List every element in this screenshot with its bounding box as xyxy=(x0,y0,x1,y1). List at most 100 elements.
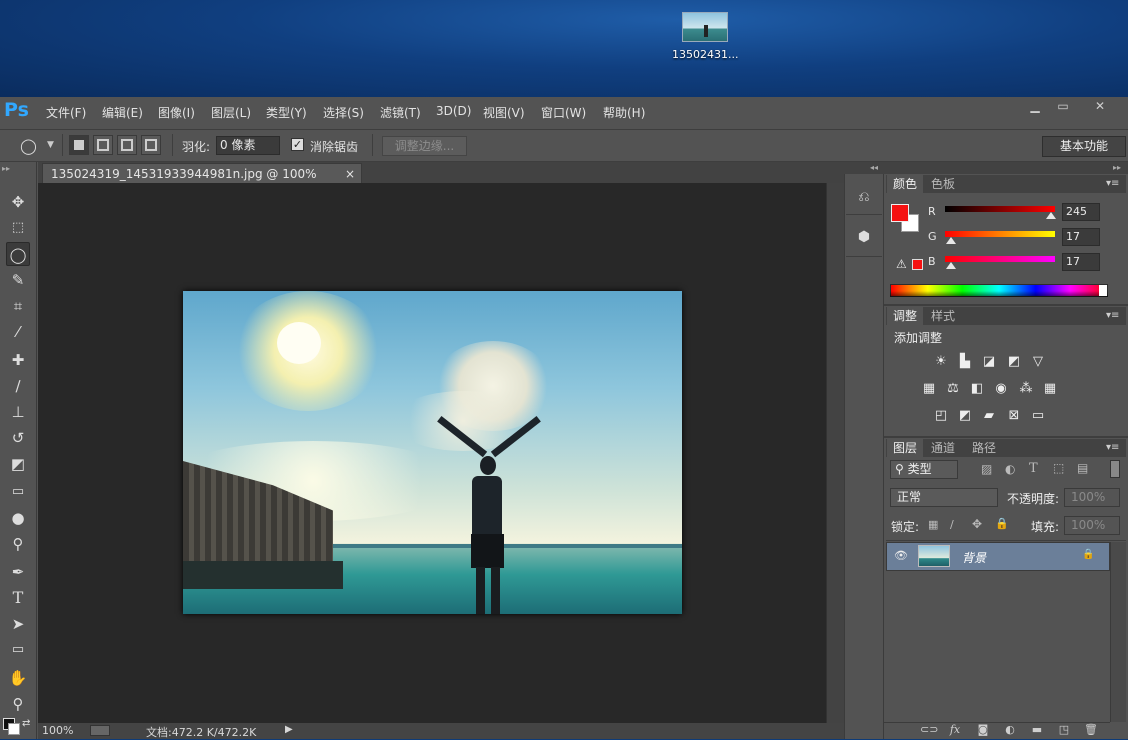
zoom-tool-icon[interactable]: ⚲ xyxy=(6,692,30,716)
white-swatch[interactable] xyxy=(1099,285,1107,296)
quick-select-tool-icon[interactable]: ✎ xyxy=(6,268,30,292)
menu-help[interactable]: 帮助(H) xyxy=(603,104,645,121)
layers-scrollbar[interactable] xyxy=(1110,542,1126,722)
vertical-scrollbar[interactable] xyxy=(826,183,844,723)
brightness-contrast-icon[interactable]: ☀ xyxy=(932,353,950,371)
pen-tool-icon[interactable]: ✒ xyxy=(6,560,30,584)
menu-filter[interactable]: 滤镜(T) xyxy=(380,104,421,121)
lock-transparent-icon[interactable]: ▦ xyxy=(928,518,938,531)
menu-layer[interactable]: 图层(L) xyxy=(211,104,251,121)
curves-icon[interactable]: ◪ xyxy=(980,353,998,371)
gradient-map-icon[interactable]: ▭ xyxy=(1029,407,1047,425)
filter-shape-icon[interactable]: ⬚ xyxy=(1053,461,1064,475)
properties-panel-icon[interactable]: ⬢ xyxy=(851,224,877,250)
delete-layer-icon[interactable]: 🗑 xyxy=(1082,723,1100,737)
marquee-tool-icon[interactable]: ⬚ xyxy=(6,216,30,240)
lock-position-icon[interactable]: ✥ xyxy=(972,517,982,531)
color-lookup-icon[interactable]: ▦ xyxy=(1041,380,1059,398)
panel-menu-icon[interactable]: ▾≡ xyxy=(1106,178,1119,189)
filter-pixel-icon[interactable]: ▨ xyxy=(981,462,992,476)
zoom-level[interactable]: 100% xyxy=(42,724,73,737)
feather-input[interactable]: 0 像素 xyxy=(216,136,280,155)
channel-g-slider[interactable] xyxy=(945,231,1055,237)
slider-thumb[interactable] xyxy=(946,237,956,244)
menu-3d[interactable]: 3D(D) xyxy=(436,104,471,118)
crop-tool-icon[interactable]: ⌗ xyxy=(6,294,30,318)
channel-r-slider[interactable] xyxy=(945,206,1055,212)
collapse-arrows-icon[interactable]: ◂◂ xyxy=(870,163,878,172)
menu-edit[interactable]: 编辑(E) xyxy=(102,104,143,121)
history-panel-icon[interactable]: ⎌ xyxy=(851,184,877,210)
tab-swatches[interactable]: 色板 xyxy=(925,175,961,193)
channel-mixer-icon[interactable]: ⁂ xyxy=(1017,380,1035,398)
link-layers-icon[interactable]: ⊂⊃ xyxy=(920,723,938,737)
opacity-field[interactable]: 100% xyxy=(1064,488,1120,507)
layer-filter-dropdown[interactable]: ⚲ 类型 xyxy=(890,460,958,479)
minimize-button[interactable]: ▁ xyxy=(1020,100,1050,114)
posterize-icon[interactable]: ◩ xyxy=(956,407,974,425)
lock-pixels-icon[interactable]: ∕ xyxy=(950,518,954,531)
background-color-icon[interactable] xyxy=(8,723,20,735)
foreground-swatch[interactable] xyxy=(891,204,909,222)
subtract-selection-button[interactable] xyxy=(117,135,137,155)
channel-b-slider[interactable] xyxy=(945,256,1055,262)
add-selection-button[interactable] xyxy=(93,135,113,155)
document-image[interactable] xyxy=(183,291,682,614)
eraser-tool-icon[interactable]: ◩ xyxy=(6,452,30,476)
black-white-icon[interactable]: ◧ xyxy=(968,380,986,398)
selective-color-icon[interactable]: ⊠ xyxy=(1005,407,1023,425)
antialias-checkbox[interactable]: ✓ xyxy=(291,138,304,151)
intersect-selection-button[interactable] xyxy=(141,135,161,155)
refine-edge-button[interactable]: 调整边缘... xyxy=(382,136,467,156)
channel-b-value[interactable]: 17 xyxy=(1062,253,1100,271)
exposure-icon[interactable]: ◩ xyxy=(1005,353,1023,371)
filter-smart-object-icon[interactable]: ▤ xyxy=(1077,461,1088,475)
move-tool-icon[interactable]: ✥ xyxy=(6,190,30,214)
tab-channels[interactable]: 通道 xyxy=(925,439,961,457)
rectangle-tool-icon[interactable]: ▭ xyxy=(6,638,30,662)
tab-paths[interactable]: 路径 xyxy=(966,439,1002,457)
menu-view[interactable]: 视图(V) xyxy=(483,104,525,121)
color-balance-icon[interactable]: ⚖ xyxy=(944,380,962,398)
swap-colors-icon[interactable]: ⇄ xyxy=(22,718,30,729)
panel-menu-icon[interactable]: ▾≡ xyxy=(1106,442,1119,453)
fill-field[interactable]: 100% xyxy=(1064,516,1120,535)
dodge-tool-icon[interactable]: ⚲ xyxy=(6,532,30,556)
chevron-down-icon[interactable]: ▼ xyxy=(47,140,54,150)
filter-toggle[interactable] xyxy=(1110,460,1120,478)
menu-select[interactable]: 选择(S) xyxy=(323,104,364,121)
hue-saturation-icon[interactable]: ▦ xyxy=(920,380,938,398)
history-brush-tool-icon[interactable]: ↺ xyxy=(6,426,30,450)
lasso-preset-icon[interactable]: ◯ xyxy=(20,137,37,155)
tab-close-icon[interactable]: × xyxy=(345,164,355,184)
gradient-tool-icon[interactable]: ▭ xyxy=(6,480,30,504)
tab-color[interactable]: 颜色 xyxy=(887,175,924,193)
filter-adjustment-icon[interactable]: ◐ xyxy=(1005,462,1015,476)
hand-tool-icon[interactable]: ✋ xyxy=(6,666,30,690)
channel-g-value[interactable]: 17 xyxy=(1062,228,1100,246)
threshold-icon[interactable]: ▰ xyxy=(980,407,998,425)
collapse-arrows-icon[interactable]: ▸▸ xyxy=(2,164,10,173)
brush-tool-icon[interactable]: ∕ xyxy=(6,374,30,398)
gamut-warning-icon[interactable]: ⚠ xyxy=(896,257,907,271)
new-selection-button[interactable] xyxy=(69,135,89,155)
desktop-file-icon[interactable]: 13502431... xyxy=(672,12,738,70)
slider-thumb[interactable] xyxy=(1046,212,1056,219)
clone-stamp-tool-icon[interactable]: ⊥ xyxy=(6,400,30,424)
menu-window[interactable]: 窗口(W) xyxy=(541,104,586,121)
vibrance-icon[interactable]: ▽ xyxy=(1029,353,1047,371)
tab-layers[interactable]: 图层 xyxy=(887,439,924,457)
channel-r-value[interactable]: 245 xyxy=(1062,203,1100,221)
layer-style-icon[interactable]: fx xyxy=(946,723,964,737)
slider-thumb[interactable] xyxy=(946,262,956,269)
panel-menu-icon[interactable]: ▾≡ xyxy=(1106,310,1119,321)
eye-icon[interactable]: 👁 xyxy=(894,549,908,562)
document-tab[interactable]: 135024319_14531933944981n.jpg @ 100%(RGB… xyxy=(42,163,362,201)
menu-type[interactable]: 类型(Y) xyxy=(266,104,307,121)
filter-type-icon[interactable]: T xyxy=(1029,461,1038,476)
gamut-color-swatch[interactable] xyxy=(912,259,923,270)
status-info-icon[interactable] xyxy=(90,725,110,736)
menu-image[interactable]: 图像(I) xyxy=(158,104,195,121)
status-menu-arrow[interactable]: ▶ xyxy=(285,724,293,735)
close-button[interactable]: ✕ xyxy=(1085,100,1115,114)
